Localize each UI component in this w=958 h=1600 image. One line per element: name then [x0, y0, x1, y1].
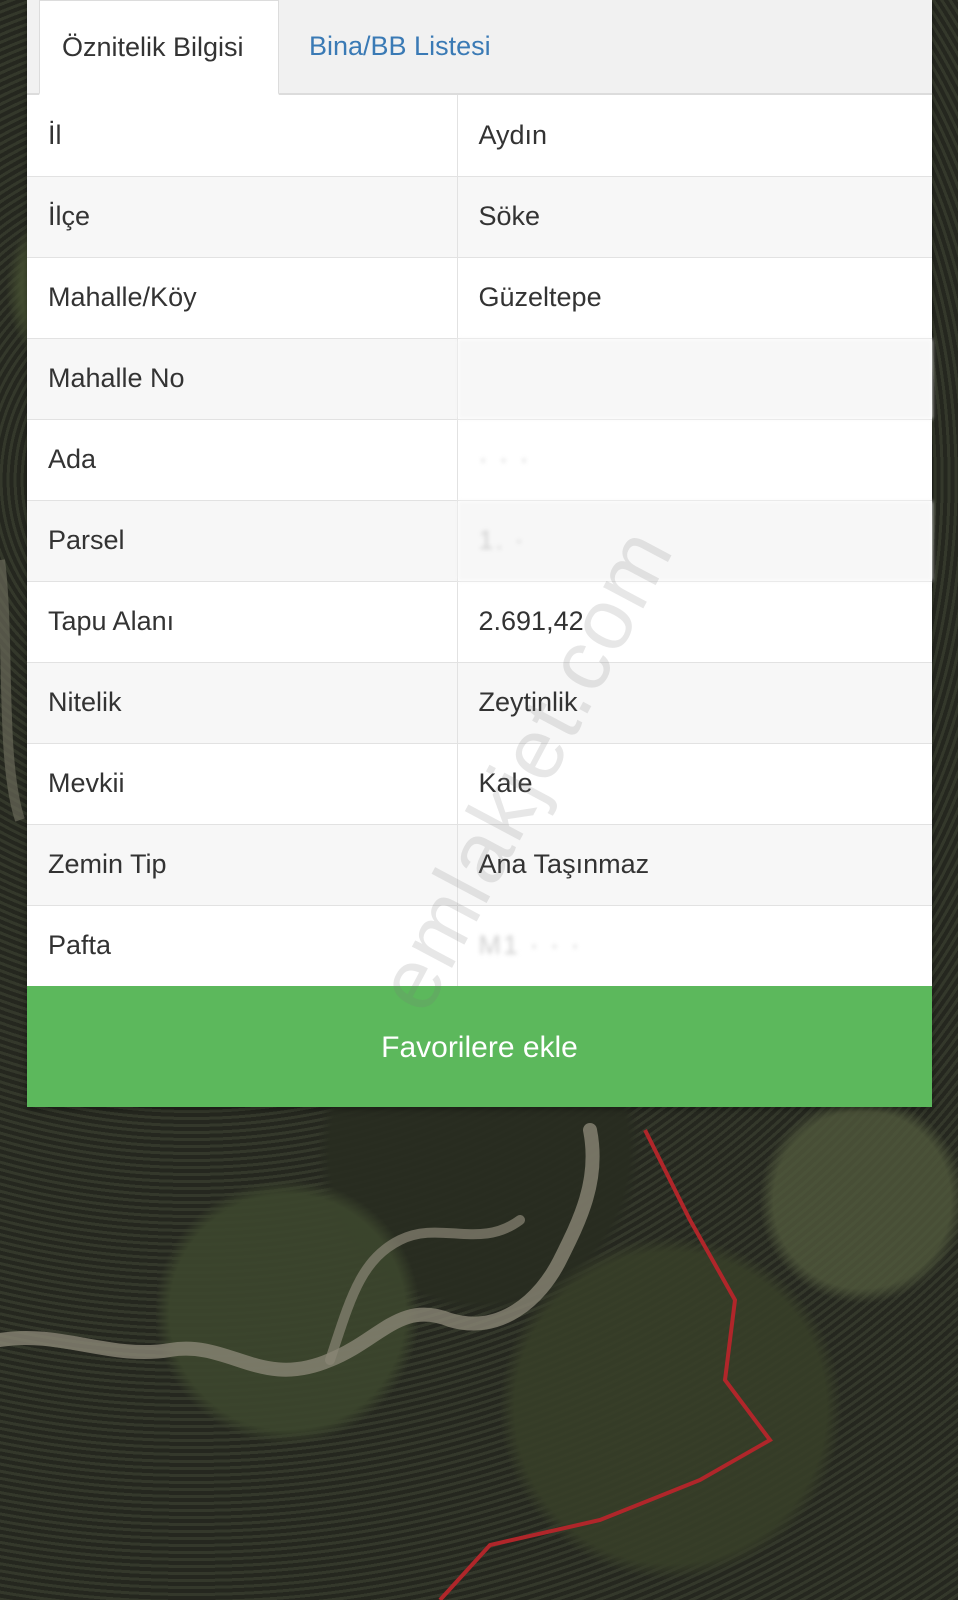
table-row: Parsel 1. ·: [27, 500, 932, 582]
table-row: Tapu Alanı 2.691,42: [27, 581, 932, 663]
parcel-border-line: [438, 1129, 773, 1600]
row-label: Pafta: [27, 905, 458, 986]
table-row: Mevkii Kale: [27, 743, 932, 825]
table-row: Ada · · ·: [27, 419, 932, 501]
row-label: İlçe: [27, 176, 458, 258]
row-value: Güzeltepe: [457, 257, 932, 339]
map-road: [0, 1123, 600, 1377]
table-row: Mahalle No: [27, 338, 932, 420]
tab-building-list[interactable]: Bina/BB Listesi: [287, 0, 513, 93]
row-value-redacted: [457, 338, 932, 420]
row-label: Nitelik: [27, 662, 458, 744]
table-row: Pafta M1 · · ·: [27, 905, 932, 986]
row-value-redacted: · · ·: [457, 419, 932, 501]
row-label: Mahalle No: [27, 338, 458, 420]
row-label: Zemin Tip: [27, 824, 458, 906]
row-label: Mevkii: [27, 743, 458, 825]
table-row: Mahalle/Köy Güzeltepe: [27, 257, 932, 339]
row-label: Parsel: [27, 500, 458, 582]
row-value: Ana Taşınmaz: [457, 824, 932, 906]
row-value: 2.691,42: [457, 581, 932, 663]
map-road: [0, 559, 25, 822]
row-value: Aydın: [457, 95, 932, 177]
parcel-info-panel: Öznitelik Bilgisi Bina/BB Listesi İl Ayd…: [27, 0, 932, 1107]
table-row: İlçe Söke: [27, 176, 932, 258]
tab-attribute-info[interactable]: Öznitelik Bilgisi: [39, 0, 279, 95]
row-value-redacted: M1 · · ·: [478, 930, 582, 961]
row-label: Ada: [27, 419, 458, 501]
row-value: Söke: [457, 176, 932, 258]
row-value: Kale: [457, 743, 932, 825]
row-value-redacted: 1. ·: [457, 500, 932, 582]
table-row: Zemin Tip Ana Taşınmaz: [27, 824, 932, 906]
row-label: İl: [27, 95, 458, 177]
row-label: Mahalle/Köy: [27, 257, 458, 339]
row-label: Tapu Alanı: [27, 581, 458, 663]
table-row: Nitelik Zeytinlik: [27, 662, 932, 744]
add-to-favorites-button[interactable]: Favorilere ekle: [27, 986, 932, 1107]
row-value: Zeytinlik: [457, 662, 932, 744]
table-row: İl Aydın: [27, 95, 932, 177]
attribute-table: İl Aydın İlçe Söke Mahalle/Köy Güzeltepe…: [27, 95, 932, 986]
tab-bar: Öznitelik Bilgisi Bina/BB Listesi: [27, 0, 932, 95]
